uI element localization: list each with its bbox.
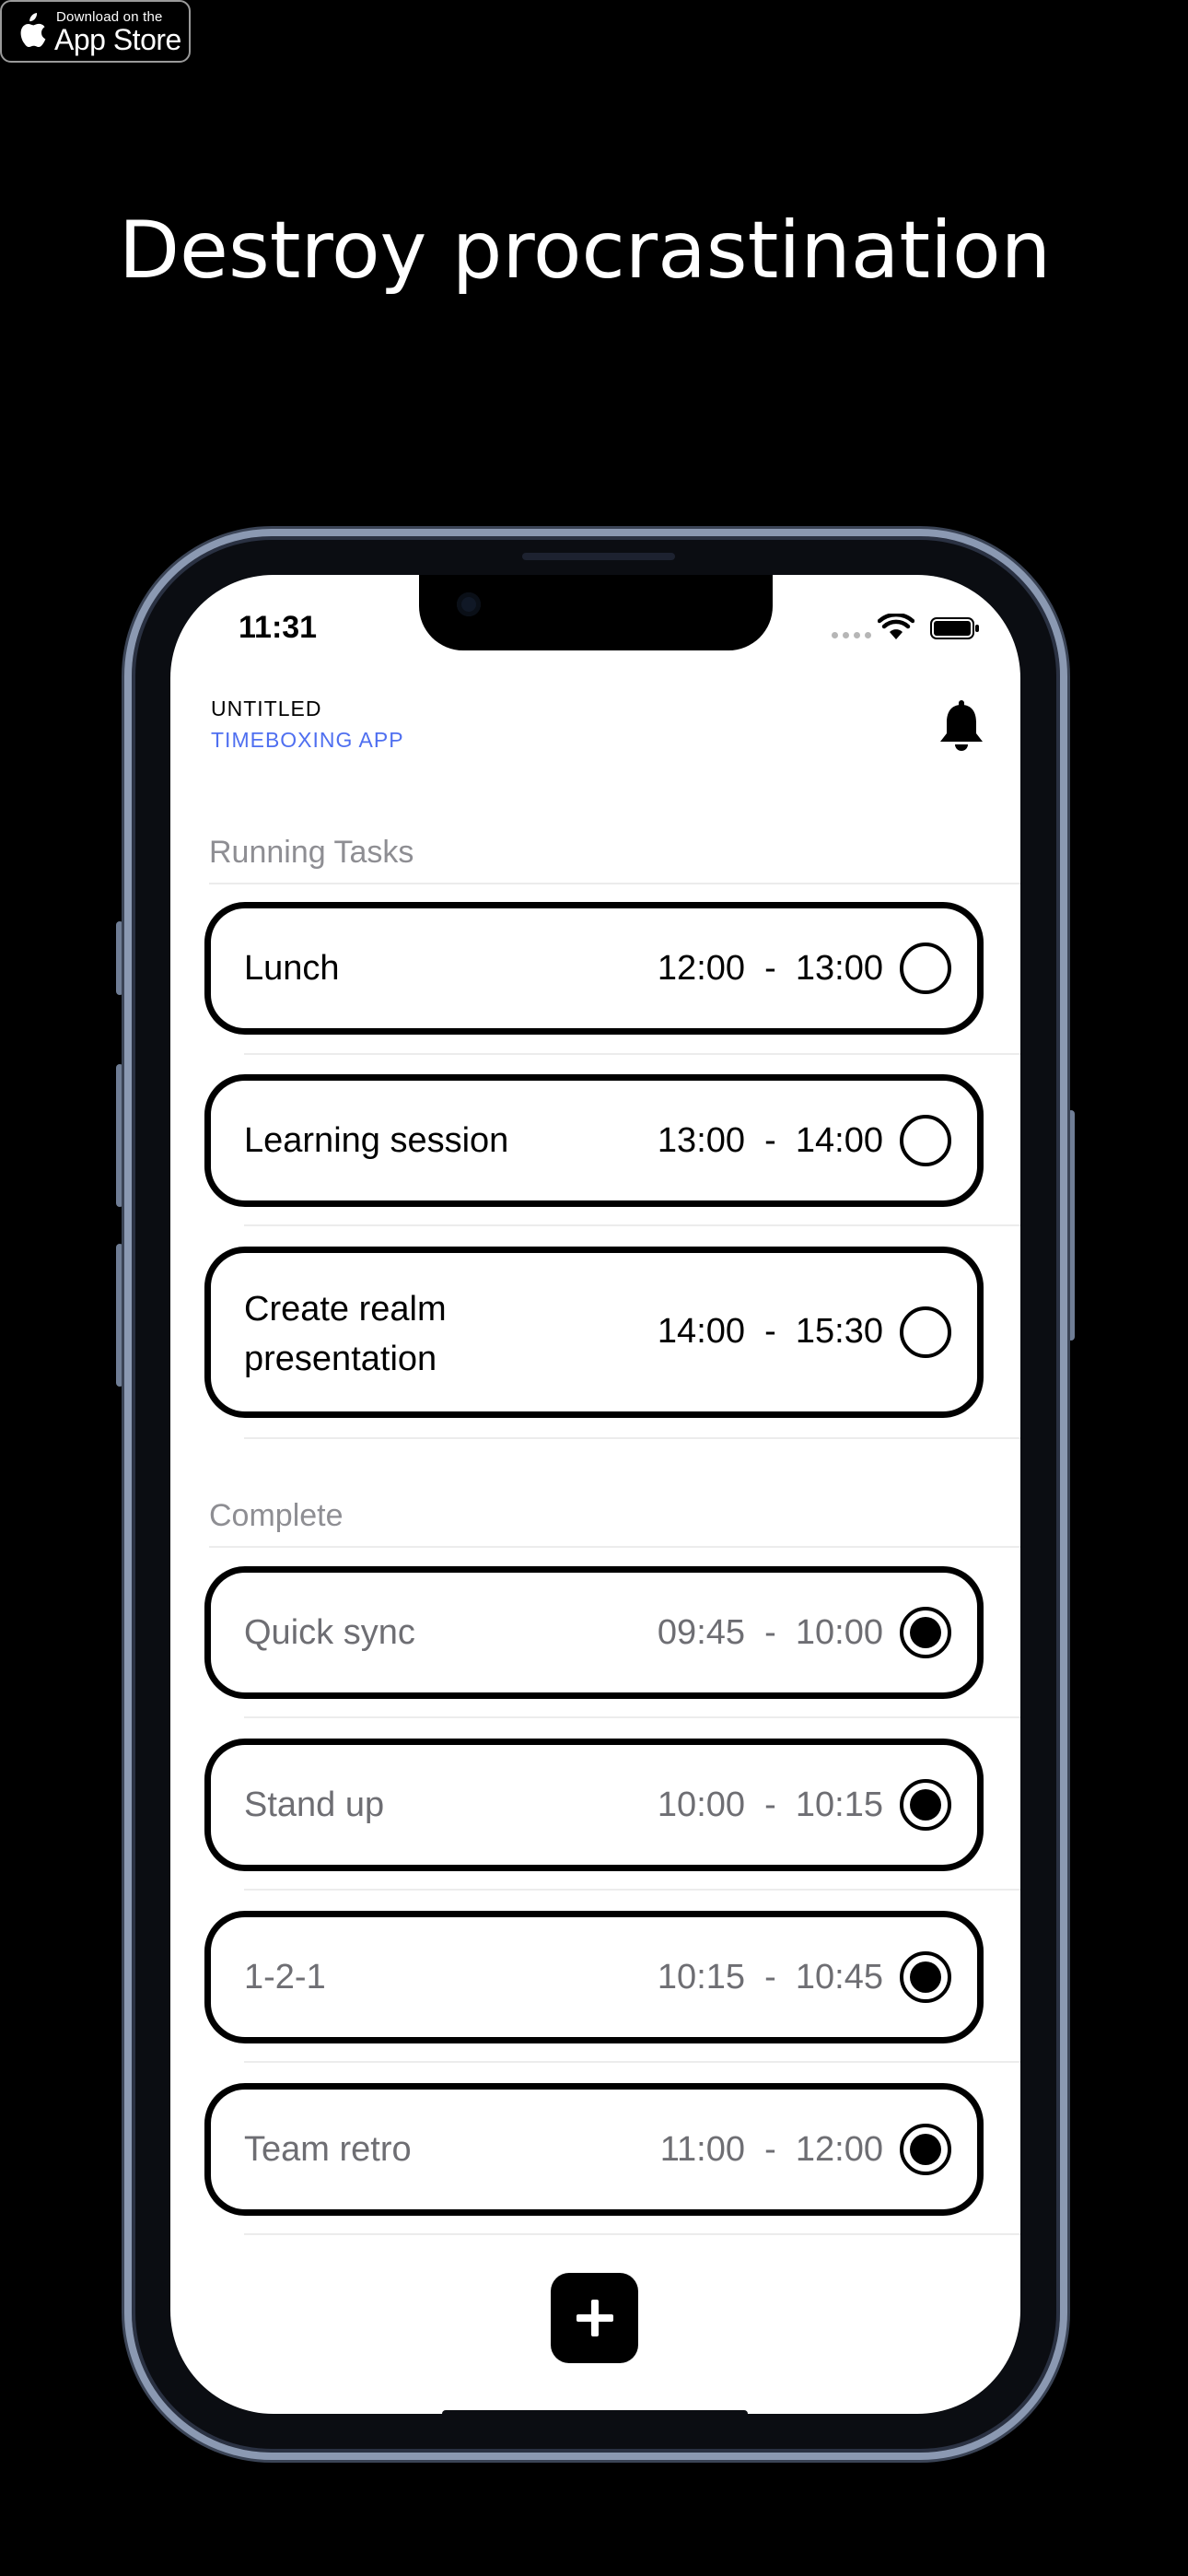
section-running-header: Running Tasks: [209, 835, 414, 870]
complete-checkbox[interactable]: [900, 1306, 951, 1358]
check-fill: [910, 2134, 941, 2165]
home-indicator: [442, 2410, 748, 2418]
signal-icon: [832, 632, 871, 638]
status-time: 11:31: [239, 610, 318, 645]
task-start: 11:00: [659, 2130, 746, 2169]
phone-volume-up: [116, 1064, 123, 1207]
app-title: UNTITLED: [211, 697, 322, 720]
app-store-badge[interactable]: Download on the App Store: [0, 0, 191, 63]
check-fill: [910, 1617, 941, 1648]
check-fill: [910, 1961, 941, 1993]
task-end: 10:15: [795, 1786, 883, 1824]
task-card[interactable]: Learning session 13:00 - 14:00: [204, 1074, 984, 1207]
row-divider: [244, 1053, 1020, 1055]
task-time-range: 11:00 - 12:00: [659, 2130, 883, 2169]
task-name: Team retro: [244, 2130, 412, 2169]
speaker-grille: [522, 553, 675, 560]
task-name: 1-2-1: [244, 1958, 326, 1996]
apple-icon: [20, 13, 46, 48]
phone-volume-down: [116, 1244, 123, 1387]
task-end: 14:00: [795, 1121, 883, 1160]
task-end: 10:00: [795, 1613, 883, 1652]
task-name: Learning session: [244, 1121, 509, 1160]
task-card[interactable]: 1-2-1 10:15 - 10:45: [204, 1911, 984, 2043]
task-card[interactable]: Stand up 10:00 - 10:15: [204, 1739, 984, 1871]
task-time-range: 14:00 - 15:30: [657, 1312, 883, 1351]
row-divider: [244, 2233, 1020, 2235]
task-end: 10:45: [795, 1958, 883, 1996]
complete-checkbox[interactable]: [900, 2124, 951, 2175]
task-time-range: 13:00 - 14:00: [657, 1121, 883, 1160]
task-start: 10:00: [657, 1786, 746, 1824]
task-card[interactable]: Quick sync 09:45 - 10:00: [204, 1566, 984, 1699]
task-end: 13:00: [795, 949, 883, 988]
row-divider: [244, 1889, 1020, 1891]
complete-checkbox[interactable]: [900, 943, 951, 994]
complete-checkbox[interactable]: [900, 1115, 951, 1166]
badge-line2: App Store: [54, 23, 181, 56]
row-divider: [244, 2061, 1020, 2063]
section-divider: [209, 1546, 1020, 1548]
app-subtitle: TIMEBOXING APP: [211, 728, 404, 752]
task-name: Quick sync: [244, 1613, 415, 1652]
task-time-range: 09:45 - 10:00: [657, 1613, 883, 1652]
task-name: Lunch: [244, 949, 340, 988]
task-time-range: 12:00 - 13:00: [657, 949, 883, 988]
task-card[interactable]: Team retro 11:00 - 12:00: [204, 2083, 984, 2216]
phone-silent-switch: [116, 921, 123, 995]
row-divider: [244, 1716, 1020, 1718]
task-name: Create realm presentation: [244, 1290, 447, 1378]
row-divider: [244, 1224, 1020, 1226]
task-start: 12:00: [657, 949, 746, 988]
phone-power-button: [1067, 1110, 1075, 1341]
task-time-range: 10:00 - 10:15: [657, 1786, 883, 1824]
battery-icon: [930, 617, 979, 639]
wifi-icon: [878, 614, 914, 639]
complete-checkbox[interactable]: [900, 1607, 951, 1658]
task-start: 10:15: [657, 1958, 746, 1996]
check-fill: [910, 1789, 941, 1821]
headline: Destroy procrastination: [118, 205, 1052, 297]
front-camera: [457, 592, 481, 616]
complete-checkbox[interactable]: [900, 1779, 951, 1831]
section-complete-header: Complete: [209, 1498, 344, 1533]
task-start: 09:45: [657, 1613, 746, 1652]
task-name: Stand up: [244, 1786, 385, 1824]
plus-icon: [577, 2300, 613, 2336]
complete-checkbox[interactable]: [900, 1951, 951, 2003]
task-end: 12:00: [795, 2130, 883, 2169]
section-divider: [209, 883, 1020, 884]
task-start: 13:00: [657, 1121, 746, 1160]
task-time-range: 10:15 - 10:45: [657, 1958, 883, 1996]
task-card[interactable]: Create realm presentation 14:00 - 15:30: [204, 1247, 984, 1418]
task-card[interactable]: Lunch 12:00 - 13:00: [204, 902, 984, 1035]
add-task-button[interactable]: [551, 2273, 638, 2363]
task-start: 14:00: [657, 1312, 746, 1351]
task-end: 15:30: [795, 1312, 883, 1351]
row-divider: [244, 1437, 1020, 1439]
bell-icon[interactable]: [936, 698, 987, 754]
